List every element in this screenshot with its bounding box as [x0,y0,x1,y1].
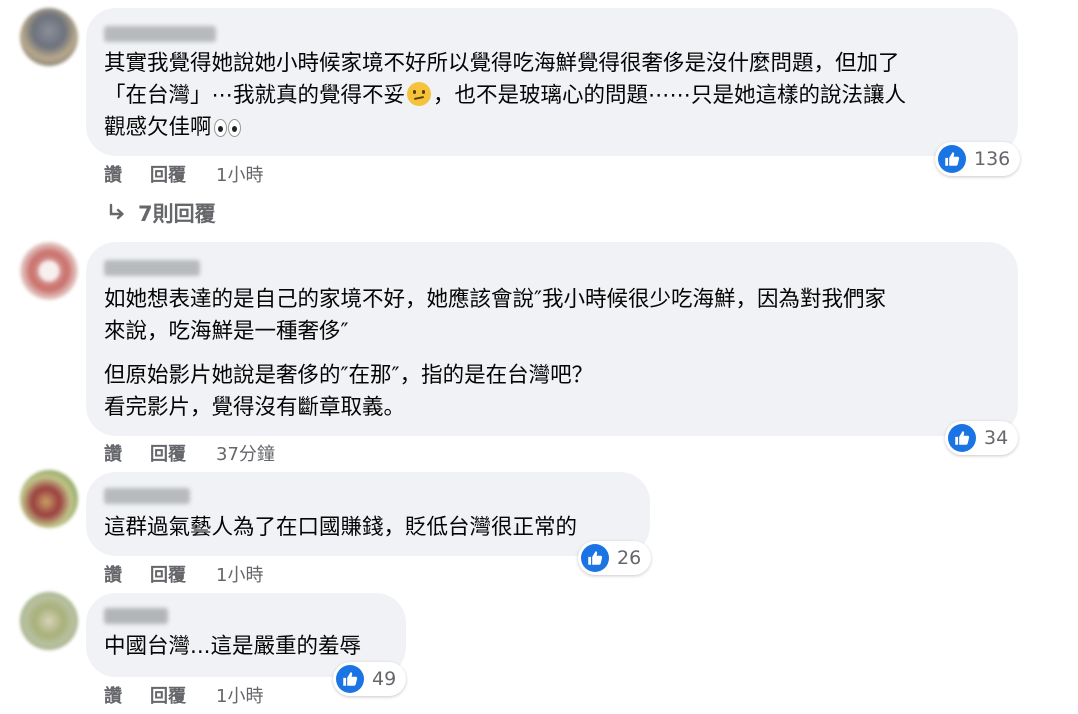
reaction-count: 26 [617,547,642,569]
like-button[interactable]: 讚 [104,682,122,708]
eyes-emoji-icon [213,115,242,147]
commenter-name[interactable] [104,260,200,276]
reaction-count: 49 [372,668,397,690]
like-thumb-icon [948,424,976,452]
comment-line: 如她想表達的是自己的家境不好，她應該會說″我小時候很少吃海鮮，因為對我們家 [104,287,887,312]
frowning-face-emoji-icon [407,82,432,106]
reaction-count-badge[interactable]: 26 [578,541,652,575]
reply-button[interactable]: 回覆 [150,161,186,187]
comment-timestamp[interactable]: 1小時 [216,561,263,587]
comment-timestamp[interactable]: 1小時 [216,682,263,708]
comment-line: 看完影片，覺得沒有斷章取義。 [104,395,406,420]
comment-line: 其實我覺得她說她小時候家境不好所以覺得吃海鮮覺得很奢侈是沒什麼問題，但加了 [104,51,900,76]
comment-line: 來說，吃海鮮是一種奢侈″ [104,319,349,344]
commenter-name[interactable] [104,488,190,504]
commenter-name[interactable] [104,608,168,624]
avatar[interactable] [20,8,78,66]
comment-bubble: 這群過氣藝人為了在口國賺錢，貶低台灣很正常的 [86,472,650,556]
avatar[interactable] [20,592,78,650]
reaction-count-badge[interactable]: 136 [935,142,1021,176]
comment-text: 這群過氣藝人為了在口國賺錢，貶低台灣很正常的 [104,512,577,544]
view-replies-link[interactable]: 7則回覆 [106,198,216,228]
comment-bubble: 如她想表達的是自己的家境不好，她應該會說″我小時候很少吃海鮮，因為對我們家 來說… [86,242,1018,436]
comment-line: 這群過氣藝人為了在口國賺錢，貶低台灣很正常的 [104,515,578,540]
reply-button[interactable]: 回覆 [150,440,186,466]
reaction-count-badge[interactable]: 34 [945,421,1019,455]
reaction-count: 34 [984,427,1009,449]
commenter-name[interactable] [104,26,216,42]
reaction-count: 136 [974,148,1011,170]
comment-bubble: 其實我覺得她說她小時候家境不好所以覺得吃海鮮覺得很奢侈是沒什麼問題，但加了 「在… [86,8,1018,156]
comment-line: 觀感欠佳啊 [104,112,906,147]
like-button[interactable]: 讚 [104,161,122,187]
reply-button[interactable]: 回覆 [150,561,186,587]
like-thumb-icon [336,665,364,693]
like-thumb-icon [938,145,966,173]
comment-line: 中國台灣...這是嚴重的羞辱 [104,634,362,659]
comment-line: 但原始影片她說是奢侈的″在那″，指的是在台灣吧？ [104,363,594,388]
comment-line: 「在台灣」⋯我就真的覺得不妥 ，也不是玻璃心的問題⋯⋯只是她這樣的說法讓人 [104,82,907,108]
comment-text: 其實我覺得她說她小時候家境不好所以覺得吃海鮮覺得很奢侈是沒什麼問題，但加了 「在… [104,48,906,147]
view-replies-label[interactable]: 7則回覆 [138,198,216,228]
reaction-count-badge[interactable]: 49 [333,662,407,696]
comment-text: 中國台灣...這是嚴重的羞辱 [104,631,361,663]
avatar[interactable] [20,470,78,528]
comment-text: 如她想表達的是自己的家境不好，她應該會說″我小時候很少吃海鮮，因為對我們家 來說… [104,284,886,424]
reply-arrow-icon [109,203,124,220]
like-button[interactable]: 讚 [104,561,122,587]
like-button[interactable]: 讚 [104,440,122,466]
comment-timestamp[interactable]: 37分鐘 [216,440,275,466]
comment-timestamp[interactable]: 1小時 [216,161,263,187]
reply-button[interactable]: 回覆 [150,682,186,708]
avatar[interactable] [20,242,78,300]
like-thumb-icon [581,544,609,572]
